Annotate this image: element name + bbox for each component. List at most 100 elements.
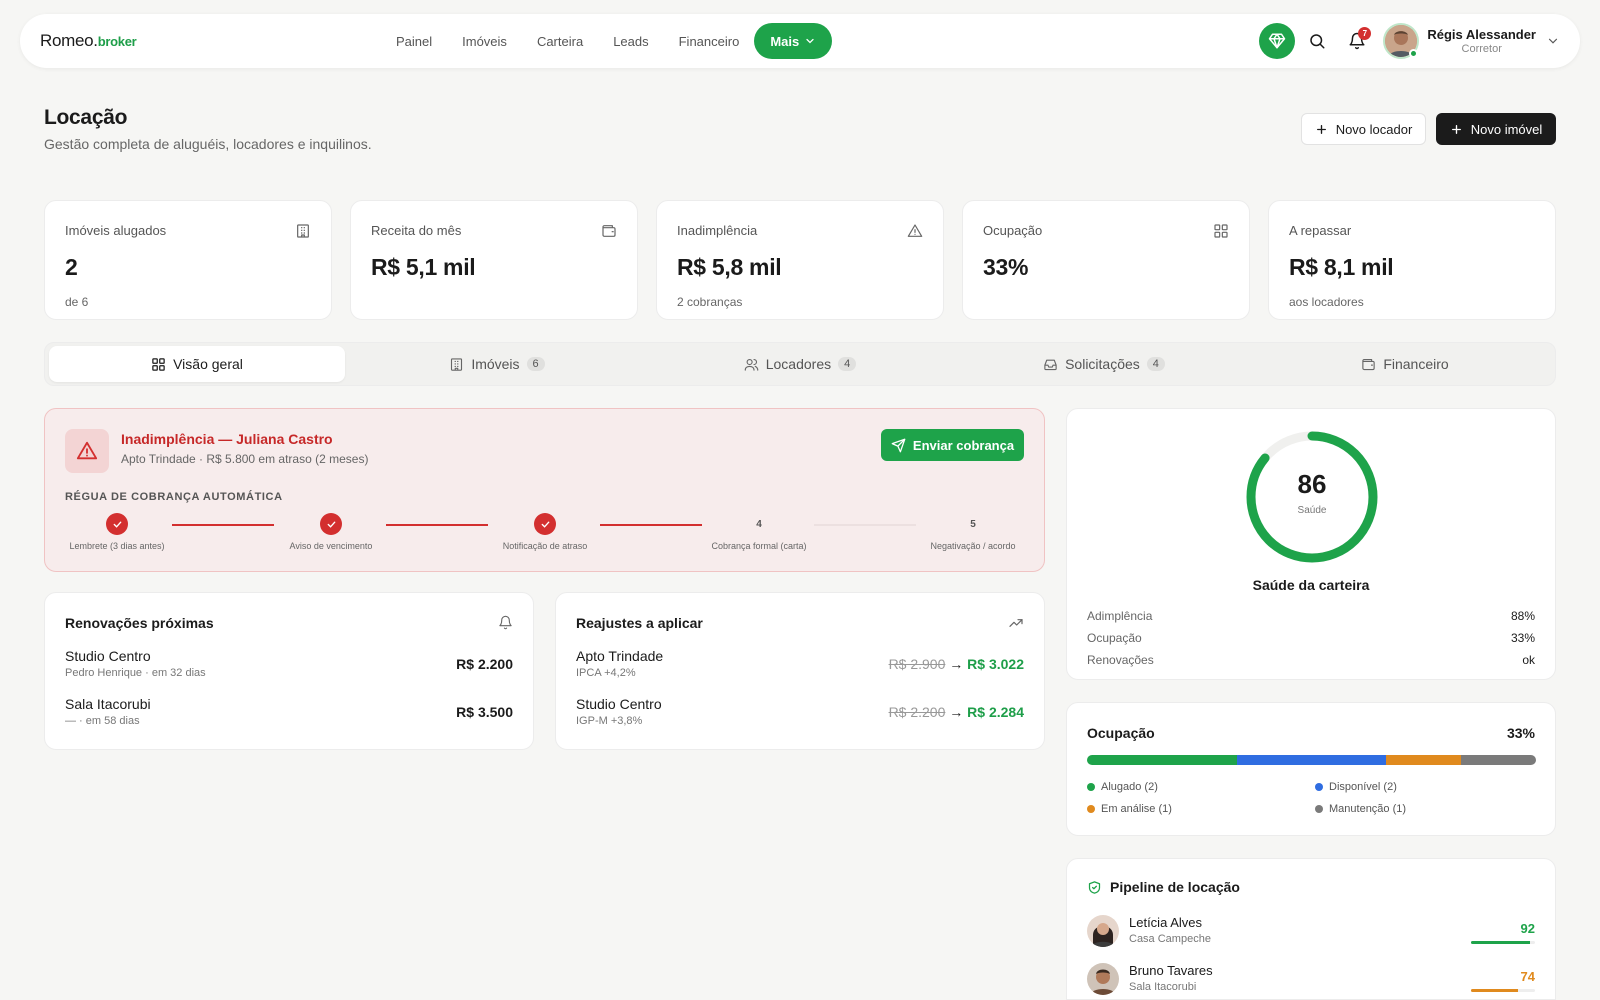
stat-label: Inadimplência (677, 223, 758, 238)
legend-item: Alugado (2) (1087, 781, 1158, 793)
top-navbar: Romeo.broker Painel Imóveis Carteira Lea… (20, 14, 1580, 68)
pipeline-row[interactable]: Bruno Tavares Sala Itacorubi 74 (1087, 961, 1535, 1000)
stat-card-rented: Imóveis alugados 2 de 6 (44, 200, 332, 320)
shield-check-icon (1088, 880, 1101, 894)
list-item[interactable]: Studio Centro Pedro Henrique · em 32 dia… (65, 648, 513, 688)
stat-label: Receita do mês (371, 223, 462, 238)
page-subtitle: Gestão completa de aluguéis, locadores e… (44, 136, 372, 152)
alert-triangle-icon (907, 224, 923, 237)
list-item[interactable]: Studio Centro IGP-M +3,8% R$ 2.200 → R$ … (576, 696, 1024, 736)
score-bar (1471, 989, 1535, 992)
tab-overview[interactable]: Visão geral (49, 346, 345, 382)
send-charge-button[interactable]: Enviar cobrança (881, 429, 1024, 461)
stat-card-occupancy: Ocupação 33% (962, 200, 1250, 320)
bell-icon (499, 615, 512, 630)
nav-actions: 7 Régis Alessander Corretor (1259, 23, 1560, 59)
occupancy-segment (1087, 755, 1237, 765)
step-3: Notificação de atraso (465, 513, 625, 551)
alert-subtitle: Apto Trindade · R$ 5.800 em atraso (2 me… (121, 452, 369, 466)
nav-item-leads[interactable]: Leads (613, 34, 648, 49)
stat-value: R$ 5,8 mil (677, 254, 782, 280)
section-tabs: Visão geral Imóveis 6 Locadores 4 Solici… (44, 342, 1556, 386)
occupancy-bar (1087, 755, 1536, 765)
notification-badge: 7 (1358, 27, 1372, 40)
stat-card-revenue: Receita do mês R$ 5,1 mil (350, 200, 638, 320)
plus-icon (1451, 124, 1461, 134)
user-avatar[interactable] (1383, 23, 1420, 59)
step-4: 4 Cobrança formal (carta) (679, 513, 839, 552)
logo[interactable]: Romeo.broker (40, 31, 137, 51)
rental-pipeline-card: Pipeline de locação Letícia Alves Casa C… (1066, 858, 1556, 1000)
card-title: Ocupação (1087, 725, 1155, 741)
check-icon (320, 513, 342, 535)
legend-item: Em análise (1) (1087, 803, 1172, 815)
legend-item: Manutenção (1) (1315, 803, 1406, 815)
trending-up-icon (1009, 619, 1023, 627)
tab-landlords[interactable]: Locadores 4 (649, 346, 951, 382)
search-button[interactable] (1299, 23, 1335, 59)
user-role: Corretor (1461, 43, 1502, 55)
chevron-down-icon[interactable] (1546, 34, 1560, 48)
nav-more-button[interactable]: Mais (754, 23, 833, 59)
list-item[interactable]: Sala Itacorubi — · em 58 dias R$ 3.500 (65, 696, 513, 736)
tab-requests[interactable]: Solicitações 4 (953, 346, 1255, 382)
grid-icon (152, 357, 165, 371)
step-5: 5 Negativação / acordo (893, 513, 1053, 552)
premium-button[interactable] (1259, 23, 1296, 59)
health-score-label: Saúde (1297, 505, 1327, 516)
tab-count: 4 (1146, 357, 1165, 371)
stat-label: Imóveis alugados (65, 223, 167, 238)
diamond-icon (1269, 33, 1286, 49)
nav-item-painel[interactable]: Painel (396, 34, 432, 49)
stat-sub: de 6 (65, 295, 89, 309)
tab-count: 6 (526, 357, 545, 371)
avatar (1087, 915, 1119, 947)
nav-item-imoveis[interactable]: Imóveis (462, 34, 507, 49)
inbox-icon (1044, 359, 1057, 370)
new-landlord-button[interactable]: Novo locador (1301, 113, 1426, 145)
chevron-down-icon (806, 38, 814, 44)
stat-label: A repassar (1289, 223, 1352, 238)
step-1: Lembrete (3 dias antes) (37, 513, 197, 551)
occupancy-percent: 33% (1506, 725, 1535, 741)
stat-sub: 2 cobranças (677, 295, 743, 309)
pipeline-row[interactable]: Letícia Alves Casa Campeche 92 (1087, 913, 1535, 953)
health-row: Adimplência 88% (1087, 609, 1535, 623)
alert-title: Inadimplência — Juliana Castro (121, 431, 333, 447)
tab-count: 4 (838, 357, 857, 371)
legend-dot (1087, 805, 1095, 813)
building-icon (297, 224, 309, 238)
nav-item-carteira[interactable]: Carteira (537, 34, 583, 49)
occupancy-segment (1236, 755, 1387, 765)
new-property-button[interactable]: Novo imóvel (1436, 113, 1556, 145)
search-icon (1310, 34, 1325, 49)
default-alert-panel: Inadimplência — Juliana Castro Apto Trin… (44, 408, 1045, 572)
alert-triangle-icon (76, 441, 98, 460)
plus-icon (1316, 124, 1326, 134)
occupancy-card: Ocupação 33% Alugado (2) Disponível (2) … (1066, 702, 1556, 836)
legend-item: Disponível (2) (1315, 781, 1397, 793)
renewals-card: Renovações próximas Studio Centro Pedro … (44, 592, 534, 750)
user-info[interactable]: Régis Alessander Corretor (1427, 27, 1536, 55)
avatar (1087, 963, 1119, 995)
nav-item-financeiro[interactable]: Financeiro (679, 34, 740, 49)
stat-value: 33% (983, 254, 1029, 280)
tab-financial[interactable]: Financeiro (1257, 346, 1553, 382)
occupancy-segment (1386, 755, 1462, 765)
check-icon (534, 513, 556, 535)
step-number: 4 (756, 518, 762, 530)
check-icon (106, 513, 128, 535)
legend-dot (1315, 805, 1323, 813)
wallet-icon (1362, 358, 1375, 370)
list-item[interactable]: Apto Trindade IPCA +4,2% R$ 2.900 → R$ 3… (576, 648, 1024, 688)
send-icon (891, 438, 906, 452)
stat-card-payout: A repassar R$ 8,1 mil aos locadores (1268, 200, 1556, 320)
occupancy-segment (1461, 755, 1536, 765)
card-title: Reajustes a aplicar (576, 615, 703, 631)
stat-label: Ocupação (983, 223, 1043, 238)
step-number: 5 (970, 518, 976, 530)
health-row: Ocupação 33% (1087, 631, 1535, 645)
health-title: Saúde da carteira (1252, 577, 1370, 593)
tab-properties[interactable]: Imóveis 6 (347, 346, 647, 382)
notifications-button[interactable]: 7 (1339, 23, 1375, 59)
